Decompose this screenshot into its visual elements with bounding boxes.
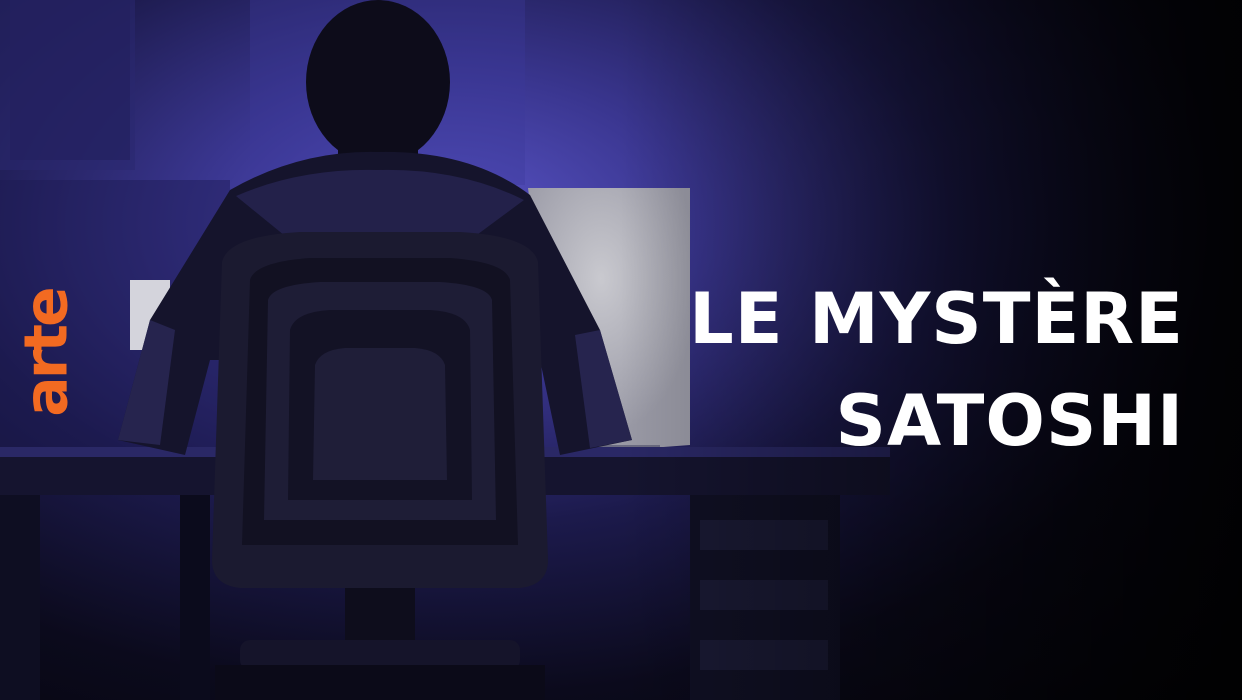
arte-logo: arte [12, 268, 82, 438]
office-chair [212, 232, 548, 700]
logo-text: arte [12, 289, 83, 417]
page-title: LE MYSTÈRE SATOSHI [564, 268, 1184, 472]
title-line-1: LE MYSTÈRE [689, 278, 1184, 360]
thumbnail: arte LE MYSTÈRE SATOSHI [0, 0, 1242, 700]
title-line-2: SATOSHI [835, 380, 1184, 462]
